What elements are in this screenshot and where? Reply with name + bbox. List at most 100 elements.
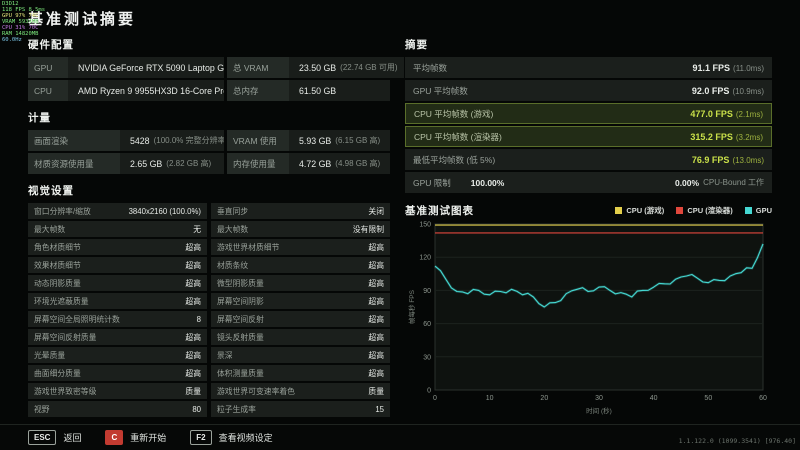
y-tick-label: 60	[423, 321, 431, 328]
setting-value: 超高	[185, 242, 201, 252]
esc-keycap[interactable]: ESC	[28, 430, 57, 445]
setting-label: 效果材质细节	[34, 260, 81, 270]
summary-row-value: 76.9 FPS (13.0ms)	[692, 155, 764, 165]
setting-value: 超高	[368, 368, 384, 378]
setting-value: 80	[192, 404, 201, 414]
vram-total-value: 23.50 GB (22.74 GB 可用)	[289, 57, 404, 78]
cpu-bound-value: 0.00%	[674, 177, 700, 188]
setting-value: 超高	[368, 278, 384, 288]
setting-value: 超高	[368, 314, 384, 324]
legend-label: CPU (游戏)	[626, 206, 665, 215]
summary-row-value: 477.0 FPS (2.1ms)	[690, 109, 763, 119]
legend-swatch	[615, 207, 623, 214]
summary-row-label: 平均帧数	[413, 62, 448, 73]
footer-restart[interactable]: C 重新开始	[105, 430, 166, 445]
hardware-row-gpu: GPU NVIDIA GeForce RTX 5090 Laptop GPU 总…	[28, 57, 404, 78]
frametime-value: (13.0ms)	[732, 155, 764, 165]
vram-available: (22.74 GB 可用)	[340, 63, 398, 72]
setting-value: 8	[196, 314, 201, 324]
summary-row: 最低平均帧数 (低 5%) 76.9 FPS (13.0ms)	[405, 149, 772, 170]
cpu-label: CPU	[28, 80, 68, 101]
setting-row: 屏幕空间反射 超高	[211, 311, 390, 327]
setting-row: 游戏世界可变速率着色 质量	[211, 383, 390, 399]
setting-row: 镜头反射质量 超高	[211, 329, 390, 345]
hardware-section-header: 硬件配置	[28, 39, 74, 51]
x-tick-label: 20	[540, 395, 548, 402]
setting-value: 质量	[368, 386, 384, 396]
gpu-value: NVIDIA GeForce RTX 5090 Laptop GPU	[68, 57, 224, 78]
footer-video-settings-label: 查看视频设定	[218, 433, 273, 443]
footer-video-settings[interactable]: F2 查看视频设定	[190, 430, 273, 445]
setting-row: 角色材质细节 超高	[28, 239, 207, 255]
osd-line: D3D12	[2, 1, 19, 7]
right-column: 摘要 平均帧数 91.1 FPS (11.0ms) GPU 平均帧数 92.0 F…	[405, 35, 772, 419]
visual-settings-section-header: 视觉设置	[28, 185, 74, 197]
fps-value: 315.2 FPS	[690, 131, 733, 142]
setting-label: 窗口分辨率/缩放	[34, 206, 91, 216]
setting-label: 视野	[34, 404, 50, 414]
gpu-name: NVIDIA GeForce RTX 5090 Laptop GPU	[78, 62, 224, 73]
vram-total-number: 23.50 GB	[299, 62, 337, 73]
y-tick-label: 0	[427, 388, 431, 395]
footer-bar: ESC 返回 C 重新开始 F2 查看视频设定 1.1.122.0 (1099.…	[0, 424, 800, 450]
setting-label: 粒子生成率	[217, 404, 256, 414]
summary-rows: 平均帧数 91.1 FPS (11.0ms) GPU 平均帧数 92.0 FPS(…	[405, 57, 772, 172]
x-tick-label: 0	[433, 395, 437, 402]
setting-row: 环境光遮蔽质量 超高	[28, 293, 207, 309]
footer-return[interactable]: ESC 返回	[28, 430, 81, 445]
chart-section-header: 基准测试图表	[405, 205, 474, 217]
gpu-bound-row: GPU 限制 100.00% 0.00% CPU-Bound 工作	[405, 172, 772, 193]
ram-total-number: 61.50 GB	[299, 85, 337, 96]
ram-total-label: 总内存	[227, 80, 289, 101]
summary-row-value: 91.1 FPS (11.0ms)	[693, 63, 765, 73]
gpu-bound-label: GPU 限制	[413, 177, 451, 188]
setting-value: 超高	[368, 332, 384, 342]
metrics-row-frames: 画面渲染 5428 (100.0% 完整分辨率) VRAM 使用 5.93 GB(…	[28, 130, 390, 151]
setting-label: 微型阴影质量	[217, 278, 264, 288]
legend-label: GPU	[755, 206, 772, 215]
setting-row: 效果材质细节 超高	[28, 257, 207, 273]
setting-label: 镜头反射质量	[217, 332, 264, 342]
frames-resolution-note: (100.0% 完整分辨率)	[153, 136, 224, 145]
memory-usage-value: 4.72 GB (4.98 GB 高)	[289, 153, 390, 174]
hardware-row-cpu: CPU AMD Ryzen 9 9955HX3D 16-Core Process…	[28, 80, 390, 101]
texture-usage-label: 材质资源使用量	[28, 153, 120, 174]
chart-legend: CPU (游戏) CPU (渲染器) GPU	[615, 205, 772, 216]
setting-label: 屏幕空间阴影	[217, 296, 264, 306]
f2-keycap[interactable]: F2	[190, 430, 212, 445]
setting-row: 景深 超高	[211, 347, 390, 363]
setting-row: 游戏世界材质细节 超高	[211, 239, 390, 255]
setting-label: 光晕质量	[34, 350, 66, 360]
summary-section-header: 摘要	[405, 39, 428, 51]
footer-return-label: 返回	[63, 433, 82, 443]
metrics-row-usage: 材质资源使用量 2.65 GB (2.82 GB 高) 内存使用量 4.72 GB…	[28, 153, 390, 174]
setting-row: 垂直同步 关闭	[211, 203, 390, 219]
vram-usage-label: VRAM 使用	[227, 130, 289, 151]
setting-label: 曲面细分质量	[34, 368, 81, 378]
legend-item: GPU	[744, 206, 772, 215]
c-keycap[interactable]: C	[105, 430, 124, 445]
summary-row-value: 315.2 FPS (3.2ms)	[690, 132, 763, 142]
plot-area	[434, 223, 764, 391]
cpu-bound-label: CPU-Bound 工作	[703, 178, 764, 187]
gpu-bound-value: 100.00%	[470, 177, 505, 188]
setting-value: 超高	[185, 278, 201, 288]
legend-item: CPU (渲染器)	[676, 205, 733, 216]
vram-total-cell: 总 VRAM 23.50 GB (22.74 GB 可用)	[227, 57, 404, 78]
setting-value: 超高	[185, 350, 201, 360]
setting-row: 视野 80	[28, 401, 207, 417]
setting-label: 屏幕空间反射	[217, 314, 264, 324]
memory-usage-label: 内存使用量	[227, 153, 289, 174]
setting-value: 超高	[185, 296, 201, 306]
summary-row: GPU 平均帧数 92.0 FPS (10.9ms)	[405, 80, 772, 101]
memory-usage-number: 4.72 GB	[299, 158, 332, 169]
x-tick-label: 40	[650, 395, 658, 402]
setting-value: 无	[193, 224, 201, 234]
setting-row: 屏幕空间反射质量 超高	[28, 329, 207, 345]
setting-label: 环境光遮蔽质量	[34, 296, 89, 306]
vram-usage-peak: (6.15 GB 高)	[335, 136, 381, 145]
fps-value: 76.9 FPS	[691, 154, 730, 165]
setting-label: 景深	[217, 350, 233, 360]
x-tick-label: 30	[595, 395, 603, 402]
vram-usage-number: 5.93 GB	[299, 135, 332, 146]
